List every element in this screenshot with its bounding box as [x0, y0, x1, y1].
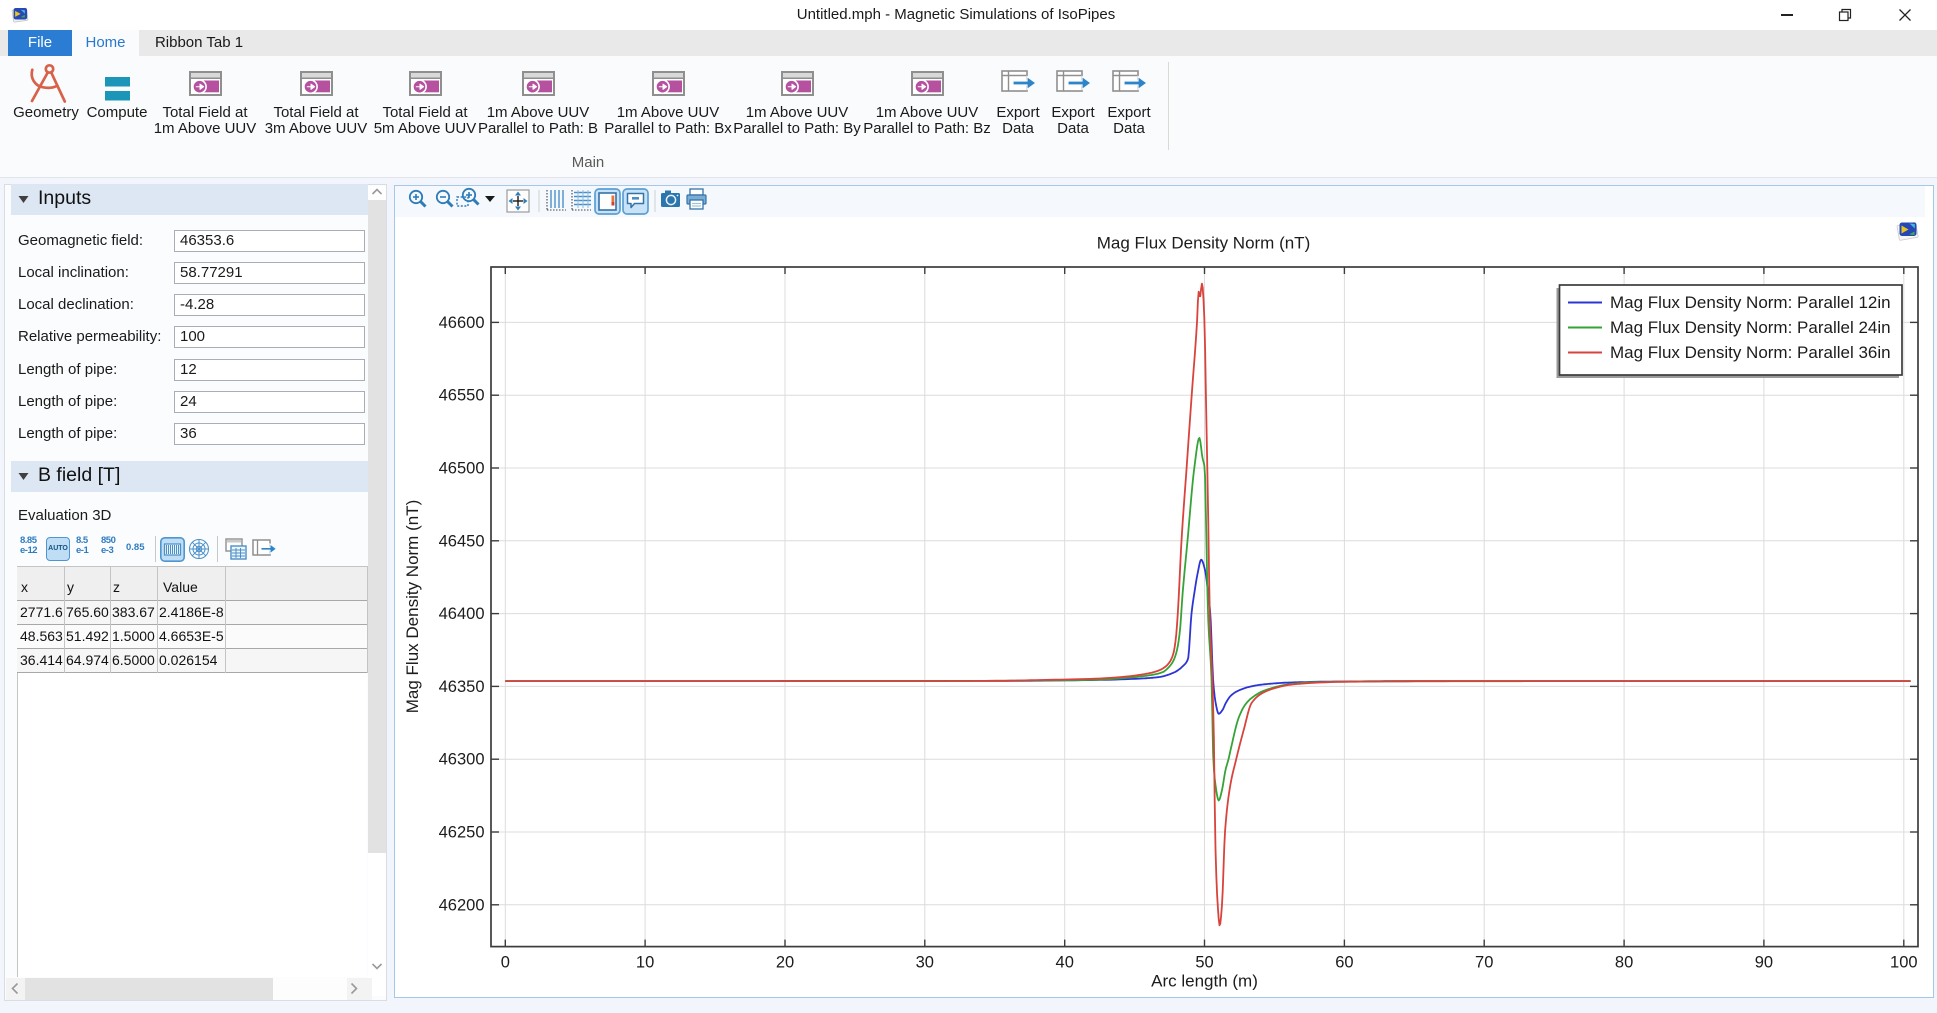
svg-text:46250: 46250	[439, 824, 485, 842]
svg-text:70: 70	[1475, 954, 1493, 972]
svg-text:0: 0	[501, 954, 510, 972]
svg-text:Mag Flux Density Norm (nT): Mag Flux Density Norm (nT)	[1097, 234, 1310, 253]
svg-text:Mag Flux Density Norm: Paralle: Mag Flux Density Norm: Parallel 24in	[1610, 318, 1891, 337]
svg-text:46200: 46200	[439, 896, 485, 914]
svg-text:46600: 46600	[439, 314, 485, 332]
svg-text:40: 40	[1056, 954, 1074, 972]
svg-text:90: 90	[1755, 954, 1773, 972]
svg-text:80: 80	[1615, 954, 1633, 972]
svg-text:60: 60	[1335, 954, 1353, 972]
svg-text:10: 10	[636, 954, 654, 972]
svg-text:46550: 46550	[439, 387, 485, 405]
svg-text:46500: 46500	[439, 460, 485, 478]
svg-text:100: 100	[1890, 954, 1918, 972]
svg-text:50: 50	[1195, 954, 1213, 972]
svg-text:Mag Flux Density Norm: Paralle: Mag Flux Density Norm: Parallel 12in	[1610, 293, 1891, 312]
svg-text:46450: 46450	[439, 532, 485, 550]
svg-text:Arc length (m): Arc length (m)	[1151, 972, 1258, 991]
svg-text:20: 20	[776, 954, 794, 972]
svg-text:Mag Flux Density Norm (nT): Mag Flux Density Norm (nT)	[403, 500, 422, 713]
svg-text:46300: 46300	[439, 751, 485, 769]
svg-text:Mag Flux Density Norm: Paralle: Mag Flux Density Norm: Parallel 36in	[1610, 343, 1891, 362]
svg-text:30: 30	[916, 954, 934, 972]
svg-text:46350: 46350	[439, 678, 485, 696]
svg-text:46400: 46400	[439, 605, 485, 623]
